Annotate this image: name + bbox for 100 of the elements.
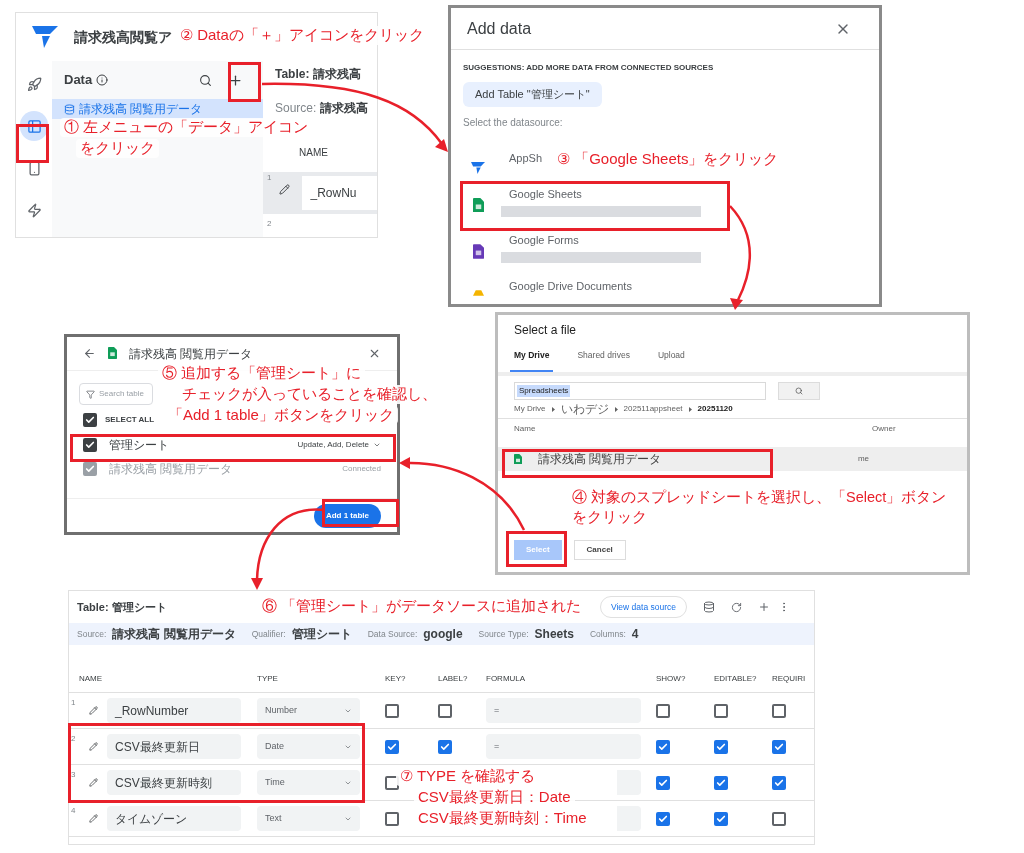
edit-icon[interactable] (89, 814, 98, 823)
search-icon[interactable] (199, 73, 212, 87)
checkbox[interactable] (714, 739, 728, 754)
checkbox[interactable] (714, 811, 728, 826)
column-header: Name (514, 422, 537, 435)
type-dropdown[interactable]: Text (257, 806, 360, 831)
datasource-label[interactable]: AppSh (509, 149, 543, 166)
tab[interactable]: Shared drives (573, 349, 634, 372)
edit-icon[interactable] (89, 706, 98, 715)
dialog-title: Add data (467, 18, 532, 39)
table-name: 管理シート (109, 437, 169, 454)
column-header: NAME (299, 146, 329, 160)
dialog-title: 請求残高 閲覧用データ (129, 345, 253, 363)
back-icon[interactable] (83, 347, 96, 360)
check-icon (387, 741, 397, 752)
checkbox[interactable] (385, 739, 399, 754)
column-header: SHOW? (656, 672, 687, 685)
checkbox[interactable] (772, 811, 786, 826)
logo-icon (471, 161, 485, 174)
select-label: Select the datasource: (463, 115, 564, 130)
suggestion-chip[interactable]: Add Table "管理シート" (463, 82, 602, 107)
name-field[interactable]: _RowNumber (107, 698, 241, 723)
type-dropdown[interactable]: Date (257, 734, 360, 759)
info-value: 管理シート (291, 626, 352, 643)
row-number: 4 (71, 805, 76, 817)
status-text: Connected (342, 463, 381, 475)
refresh-icon[interactable] (731, 601, 742, 613)
datasource-label[interactable]: Google Sheets (509, 185, 701, 202)
checkbox[interactable] (656, 775, 670, 790)
breadcrumb-item[interactable]: 20251120 (697, 403, 733, 415)
separator-icon (688, 406, 692, 412)
database-settings-icon[interactable] (703, 601, 715, 613)
highlight-box (506, 531, 567, 567)
data-heading: Data (64, 71, 93, 90)
checkbox[interactable] (714, 775, 728, 790)
dialog-button[interactable]: Cancel (573, 540, 626, 560)
row-number: 2 (71, 733, 76, 745)
highlight-box (16, 124, 49, 163)
breadcrumb-item[interactable]: 202511appsheet (623, 403, 683, 415)
check-icon (716, 741, 726, 752)
breadcrumb-item[interactable]: いわデジ (560, 400, 609, 418)
close-icon[interactable] (368, 347, 381, 360)
check-icon (658, 777, 668, 788)
name-field[interactable]: タイムゾーン (107, 806, 241, 831)
datasource-label[interactable]: Google Forms (509, 231, 701, 248)
checkbox[interactable] (656, 811, 670, 826)
access-dropdown[interactable]: Update, Add, Delete (297, 439, 381, 451)
check-icon (658, 741, 668, 752)
select-all-label: SELECT ALL (105, 414, 155, 426)
formula-field[interactable]: = (486, 698, 641, 723)
search-field[interactable]: Spreadsheets (514, 382, 766, 400)
checkbox[interactable] (772, 739, 786, 754)
form-icon (472, 243, 484, 259)
source-value: 請求残高 (319, 101, 368, 115)
checkbox[interactable] (385, 775, 399, 790)
checkbox[interactable] (656, 739, 670, 754)
checkbox[interactable] (385, 811, 399, 826)
row-number: 1 (266, 172, 272, 184)
column-header: TYPE (257, 672, 279, 685)
edit-icon[interactable] (89, 742, 98, 751)
check-icon (774, 777, 784, 788)
data-item[interactable]: 請求残高 閲覧用データ (52, 99, 263, 119)
checkbox[interactable] (438, 703, 452, 718)
edit-icon[interactable] (89, 778, 98, 787)
checkbox[interactable] (438, 739, 452, 754)
spreadsheet-icon (472, 197, 484, 213)
table-title: Table: 管理シート (77, 599, 167, 615)
type-dropdown[interactable]: Time (257, 770, 360, 795)
check-icon (85, 440, 95, 450)
name-field[interactable]: CSV最終更新時刻 (107, 770, 241, 795)
breadcrumb-item[interactable]: My Drive (514, 403, 546, 415)
checkbox[interactable] (714, 703, 728, 718)
edit-icon[interactable] (279, 184, 291, 195)
document-icon (472, 289, 484, 296)
tab[interactable]: Upload (653, 349, 689, 372)
highlight-box (228, 62, 261, 102)
column-header: LABEL? (438, 672, 469, 685)
table-name: 請求残高 閲覧用データ (109, 461, 233, 478)
checkbox[interactable] (83, 413, 97, 427)
row-number: 1 (71, 697, 76, 709)
table-icon[interactable] (20, 111, 48, 141)
checkbox[interactable] (772, 775, 786, 790)
formula-field[interactable]: = (486, 734, 641, 759)
tab[interactable]: My Drive (510, 349, 554, 372)
add-icon[interactable] (228, 72, 243, 88)
column-header: KEY? (385, 672, 407, 685)
spreadsheet-icon (514, 453, 522, 465)
info-label: Data Source: (367, 627, 418, 641)
name-field[interactable]: _RowNu (302, 176, 377, 210)
type-dropdown[interactable]: Number (257, 698, 360, 723)
checkbox[interactable] (656, 703, 670, 718)
name-field[interactable]: CSV最終更新日 (107, 734, 241, 759)
column-header: NAME (79, 672, 104, 685)
checkbox[interactable] (385, 703, 399, 718)
datasource-label[interactable]: Google Drive Documents (509, 277, 632, 294)
check-icon (85, 415, 95, 425)
app-title: 請求残高閲覧ア (74, 27, 172, 47)
checkbox[interactable] (83, 438, 97, 452)
table-title: Table: 請求残高 (275, 66, 362, 83)
checkbox[interactable] (772, 703, 786, 718)
